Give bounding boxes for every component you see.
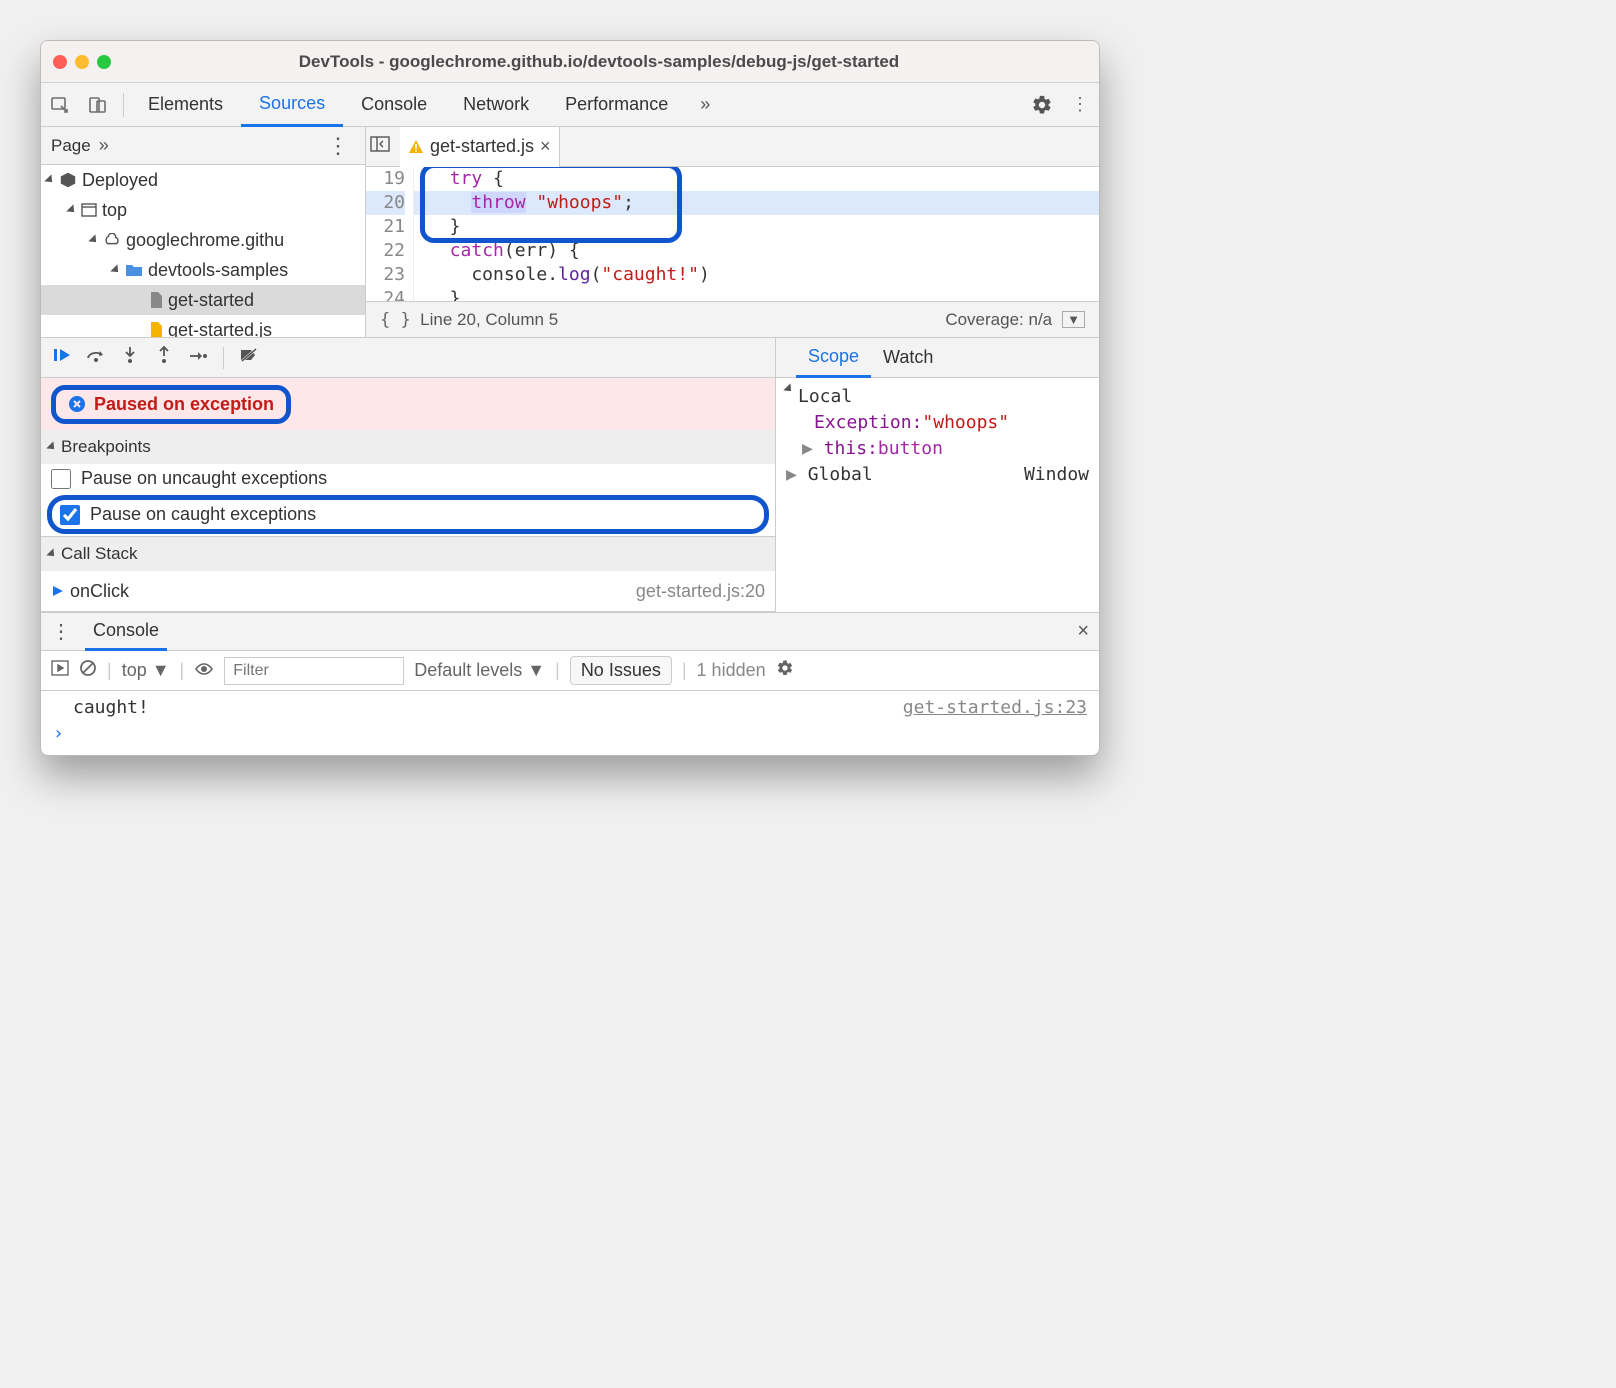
console-header: ⋮ Console × (41, 613, 1099, 651)
tab-network[interactable]: Network (445, 83, 547, 127)
code-area[interactable]: 19202122232425 try { throw "whoops"; } c… (366, 167, 1099, 301)
navigator-kebab-icon[interactable]: ⋮ (321, 133, 355, 159)
callstack-source[interactable]: get-started.js:20 (636, 581, 765, 602)
code-body[interactable]: try { throw "whoops"; } catch(err) { con… (414, 167, 1099, 301)
console-drawer: ⋮ Console × | top ▼ | Default levels ▼ |… (41, 612, 1099, 755)
close-window-button[interactable] (53, 55, 67, 69)
warning-icon (408, 139, 424, 155)
console-context-dropdown[interactable]: top ▼ (122, 660, 170, 681)
tab-console[interactable]: Console (343, 83, 445, 127)
file-tree: Deployed top googlechrome.githu devtools… (41, 165, 365, 337)
device-toggle-icon[interactable] (79, 83, 117, 127)
scope-tree: Local Exception: "whoops" ▶ this: button… (776, 378, 1099, 494)
paused-banner: Paused on exception (41, 378, 775, 430)
editor-panel: get-started.js × 19202122232425 try { th… (366, 127, 1099, 337)
scope-panel: Scope Watch Local Exception: "whoops" ▶ … (776, 338, 1099, 612)
callstack-frame[interactable]: onClick get-started.js:20 (41, 571, 775, 611)
main-area: Page » ⋮ Deployed top googlechrome.githu… (41, 127, 1099, 337)
inspect-icon[interactable] (41, 83, 79, 127)
tab-watch[interactable]: Watch (871, 338, 945, 378)
scope-global[interactable]: ▶ GlobalWindow (786, 462, 1089, 488)
navigator-page-tab[interactable]: Page (51, 136, 91, 156)
tab-scope[interactable]: Scope (796, 338, 871, 378)
cursor-position: Line 20, Column 5 (420, 310, 558, 330)
pause-caught-label: Pause on caught exceptions (90, 504, 316, 525)
tab-performance[interactable]: Performance (547, 83, 686, 127)
devtools-window: DevTools - googlechrome.github.io/devtoo… (40, 40, 1100, 756)
window-title: DevTools - googlechrome.github.io/devtoo… (111, 52, 1087, 72)
tab-sources[interactable]: Sources (241, 83, 343, 127)
navigator-panel: Page » ⋮ Deployed top googlechrome.githu… (41, 127, 366, 337)
pause-caught-row: Pause on caught exceptions (47, 495, 769, 534)
console-settings-gear-icon[interactable] (776, 659, 794, 682)
main-toolbar: Elements Sources Console Network Perform… (41, 83, 1099, 127)
console-body: caught! get-started.js:23 › (41, 691, 1099, 755)
settings-gear-icon[interactable] (1023, 83, 1061, 127)
debugger-panel: Paused on exception Breakpoints Pause on… (41, 337, 1099, 612)
editor-tabs: get-started.js × (366, 127, 1099, 167)
scope-local[interactable]: Local (786, 384, 1089, 410)
navigator-header: Page » ⋮ (41, 127, 365, 165)
breakpoints-header[interactable]: Breakpoints (41, 430, 775, 464)
debugger-toolbar (41, 338, 775, 378)
console-clear-icon[interactable] (79, 659, 97, 682)
tree-file-html[interactable]: get-started (41, 285, 365, 315)
console-log-msg: caught! (73, 697, 149, 723)
minimize-window-button[interactable] (75, 55, 89, 69)
coverage-label: Coverage: n/a (945, 310, 1052, 330)
line-number-gutter[interactable]: 19202122232425 (366, 167, 414, 301)
toggle-navigator-icon[interactable] (370, 136, 400, 157)
editor-tab-file[interactable]: get-started.js × (400, 127, 560, 167)
scope-tabs: Scope Watch (776, 338, 1099, 378)
coverage-dropdown-icon[interactable]: ▼ (1062, 311, 1085, 328)
console-prompt[interactable]: › (53, 723, 1087, 749)
console-filter-input[interactable] (224, 657, 404, 685)
console-log-src[interactable]: get-started.js:23 (903, 697, 1087, 723)
step-out-button[interactable] (147, 346, 181, 369)
tree-folder[interactable]: devtools-samples (41, 255, 365, 285)
close-tab-icon[interactable]: × (540, 136, 551, 157)
console-close-icon[interactable]: × (1077, 620, 1089, 643)
console-tab[interactable]: Console (85, 613, 167, 651)
console-toolbar: | top ▼ | Default levels ▼ | No Issues |… (41, 651, 1099, 691)
editor-footer: { } Line 20, Column 5 Coverage: n/a ▼ (366, 301, 1099, 337)
step-into-button[interactable] (113, 346, 147, 369)
step-button[interactable] (181, 347, 215, 368)
pause-uncaught-label: Pause on uncaught exceptions (81, 468, 327, 489)
debugger-left: Paused on exception Breakpoints Pause on… (41, 338, 776, 612)
scope-this[interactable]: ▶ this: button (786, 436, 1089, 462)
breakpoints-section: Breakpoints Pause on uncaught exceptions… (41, 430, 775, 537)
pause-caught-checkbox[interactable] (60, 505, 80, 525)
scope-exception: Exception: "whoops" (786, 410, 1089, 436)
tab-elements[interactable]: Elements (130, 83, 241, 127)
console-kebab-icon[interactable]: ⋮ (51, 619, 71, 644)
resume-button[interactable] (45, 347, 79, 368)
current-frame-icon (51, 584, 65, 598)
more-tabs-chevron-icon[interactable]: » (686, 94, 724, 115)
console-hidden-label: 1 hidden (697, 660, 766, 681)
callstack-header[interactable]: Call Stack (41, 537, 775, 571)
step-over-button[interactable] (79, 347, 113, 368)
paused-message: Paused on exception (94, 394, 274, 415)
deactivate-breakpoints-button[interactable] (232, 347, 266, 368)
error-circle-icon (68, 395, 86, 413)
editor-tab-label: get-started.js (430, 136, 534, 157)
prompt-chevron-icon: › (53, 723, 72, 749)
console-live-expr-icon[interactable] (194, 660, 214, 681)
navigator-more-tabs-icon[interactable]: » (91, 135, 117, 156)
console-log-row: caught! get-started.js:23 (53, 697, 1087, 723)
console-levels-dropdown[interactable]: Default levels ▼ (414, 660, 545, 681)
pause-uncaught-checkbox[interactable] (51, 469, 71, 489)
console-issues-button[interactable]: No Issues (570, 656, 672, 685)
pause-uncaught-row: Pause on uncaught exceptions (41, 464, 775, 493)
kebab-menu-icon[interactable]: ⋮ (1061, 83, 1099, 127)
tree-deployed[interactable]: Deployed (41, 165, 365, 195)
tree-top[interactable]: top (41, 195, 365, 225)
console-play-icon[interactable] (51, 660, 69, 681)
tree-file-js[interactable]: get-started.js (41, 315, 365, 337)
callstack-section: Call Stack onClick get-started.js:20 (41, 537, 775, 612)
titlebar: DevTools - googlechrome.github.io/devtoo… (41, 41, 1099, 83)
maximize-window-button[interactable] (97, 55, 111, 69)
tree-domain[interactable]: googlechrome.githu (41, 225, 365, 255)
